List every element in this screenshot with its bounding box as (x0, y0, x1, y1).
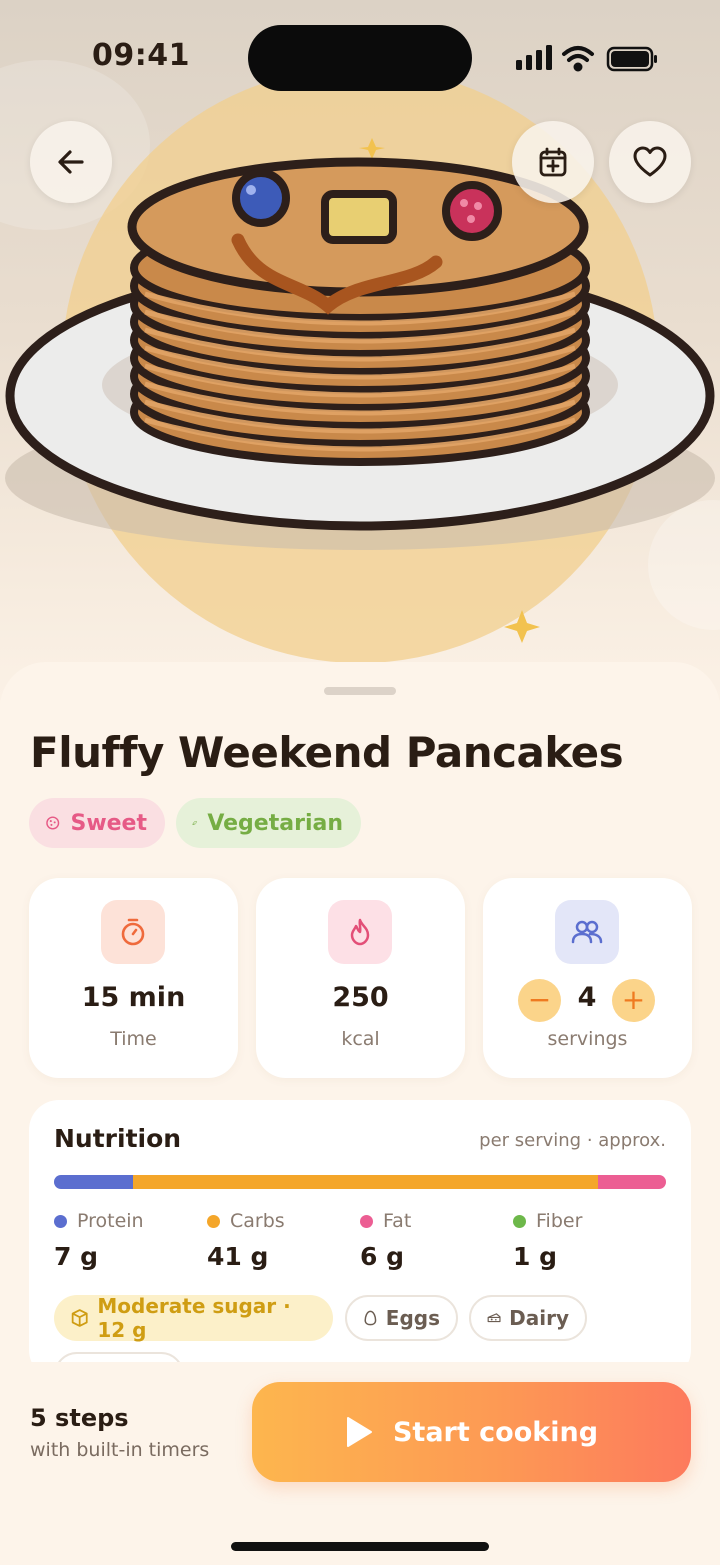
steps-subtitle: with built-in timers (30, 1439, 210, 1461)
people-icon (571, 920, 603, 944)
calories-card: 250 kcal (256, 878, 465, 1078)
nutrition-title: Nutrition (54, 1124, 182, 1153)
increase-servings-button[interactable]: + (612, 979, 655, 1022)
chip-label: Dairy (509, 1306, 569, 1330)
carbs-dot (207, 1214, 220, 1228)
cookie-icon (46, 816, 60, 830)
people-icon-tile (555, 900, 619, 964)
fat-dot (360, 1214, 373, 1228)
macro-value: 41 g (207, 1242, 269, 1271)
flame-icon (350, 918, 370, 946)
macro-fiber: Fiber 1 g (513, 1210, 582, 1271)
protein-dot (54, 1214, 67, 1228)
macro-value: 6 g (360, 1242, 404, 1271)
decrease-servings-button[interactable]: − (518, 979, 561, 1022)
start-cooking-button[interactable]: Start cooking (252, 1382, 691, 1482)
start-cooking-label: Start cooking (392, 1416, 599, 1448)
macro-bar-segment-carbs (133, 1175, 598, 1189)
timer-icon (121, 918, 145, 946)
servings-value: 4 (577, 982, 597, 1013)
flame-icon-tile (328, 900, 392, 964)
bottom-action-bar: 5 steps with built-in timers Start cooki… (0, 1362, 720, 1565)
timer-icon-tile (101, 900, 165, 964)
nutrition-note: per serving · approx. (479, 1130, 666, 1151)
play-icon (346, 1417, 372, 1447)
calendar-add-icon (539, 147, 567, 177)
dynamic-island (248, 25, 472, 91)
egg-icon (364, 1310, 377, 1326)
macro-carbs: Carbs 41 g (207, 1210, 285, 1271)
allergen-chip-dairy[interactable]: Dairy (469, 1295, 587, 1341)
chip-label: Moderate sugar · 12 g (97, 1294, 291, 1342)
back-arrow-icon (58, 150, 84, 174)
macro-name: Fat (383, 1210, 412, 1232)
box-icon (71, 1309, 88, 1327)
status-icons (516, 45, 657, 72)
chip-label: Eggs (385, 1306, 440, 1330)
macro-value: 1 g (513, 1242, 557, 1271)
heart-icon (633, 146, 667, 177)
fiber-dot (513, 1214, 526, 1228)
favorite-button[interactable] (609, 121, 691, 203)
status-time: 09:41 (92, 38, 190, 73)
wifi-icon (562, 46, 594, 72)
macro-fat: Fat 6 g (360, 1210, 411, 1271)
servings-label: servings (547, 1028, 628, 1050)
sugar-chip[interactable]: Moderate sugar · 12 g (54, 1294, 333, 1342)
nutrition-card: Nutrition per serving · approx. Protein … (29, 1100, 691, 1380)
allergen-chip-eggs[interactable]: Eggs (345, 1295, 458, 1341)
macro-name: Protein (77, 1210, 144, 1232)
battery-icon (606, 46, 657, 72)
steps-count: 5 steps (30, 1404, 129, 1432)
macro-bar-segment-protein (54, 1175, 134, 1189)
home-indicator[interactable] (231, 1542, 489, 1551)
sheet-handle[interactable] (324, 687, 396, 695)
tag-vegetarian[interactable]: Vegetarian (176, 798, 361, 848)
servings-card: − 4 + servings (483, 878, 692, 1078)
tag-label: Vegetarian (207, 810, 343, 836)
macro-bar-segment-fat (597, 1175, 666, 1189)
time-label: Time (110, 1028, 157, 1050)
cheese-icon (487, 1313, 501, 1323)
calories-value: 250 (332, 982, 389, 1013)
tag-sweet[interactable]: Sweet (29, 798, 165, 848)
recipe-title: Fluffy Weekend Pancakes (30, 728, 624, 777)
time-card: 15 min Time (29, 878, 238, 1078)
back-button[interactable] (30, 121, 112, 203)
calories-label: kcal (341, 1028, 380, 1050)
tag-label: Sweet (70, 810, 147, 836)
signal-icon (516, 45, 552, 70)
status-bar: 09:41 (0, 0, 720, 110)
leaf-icon (192, 820, 197, 826)
macro-bar (54, 1175, 666, 1189)
macro-name: Carbs (230, 1210, 285, 1232)
macro-name: Fiber (536, 1210, 583, 1232)
time-value: 15 min (81, 982, 186, 1013)
add-to-calendar-button[interactable] (512, 121, 594, 203)
macro-value: 7 g (54, 1242, 98, 1271)
macro-protein: Protein 7 g (54, 1210, 144, 1271)
